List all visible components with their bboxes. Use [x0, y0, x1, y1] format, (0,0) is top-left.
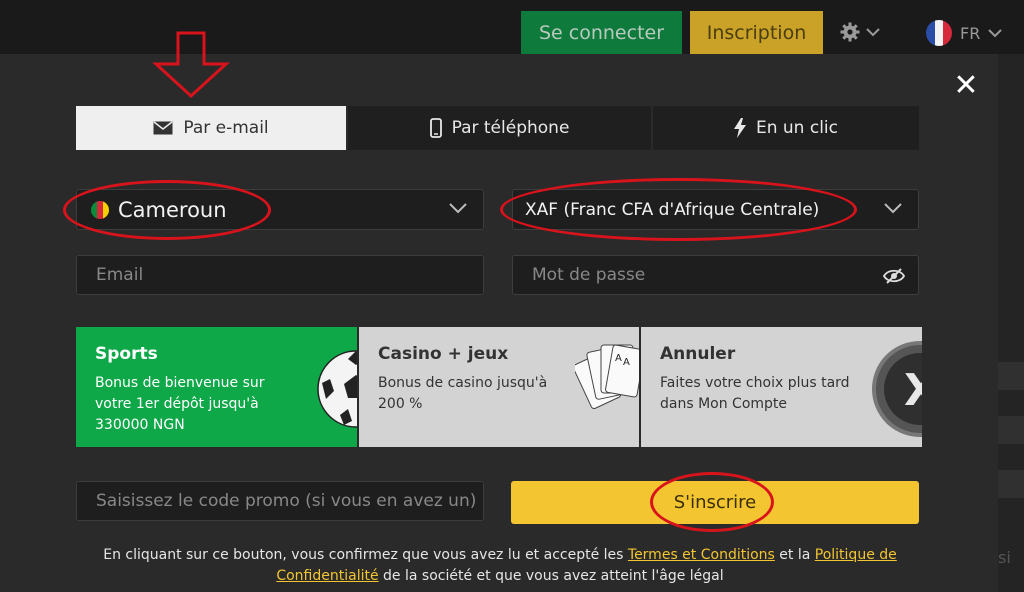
background-block [998, 362, 1024, 390]
arrow-annotation [152, 31, 230, 99]
country-select[interactable]: Cameroun [76, 189, 484, 230]
tab-label: Par téléphone [451, 118, 570, 138]
bonus-description: Bonus de casino jusqu'à 200 % [378, 375, 548, 412]
bonus-description: Faites votre choix plus tard dans Mon Co… [660, 375, 850, 412]
chevron-down-icon [866, 28, 880, 37]
bonus-title: Annuler [660, 344, 736, 364]
bonus-description: Bonus de bienvenue sur votre 1er dépôt j… [95, 375, 265, 433]
tab-one-click[interactable]: En un clic [653, 106, 919, 150]
tab-phone[interactable]: Par téléphone [348, 106, 653, 150]
background-block [998, 416, 1024, 444]
language-selector[interactable]: FR [926, 20, 1003, 46]
password-field[interactable]: Mot de passe [512, 255, 919, 295]
language-code: FR [960, 23, 981, 43]
phone-icon [429, 118, 442, 138]
currency-select[interactable]: XAF (Franc CFA d'Afrique Centrale) [512, 189, 919, 230]
tab-label: En un clic [755, 118, 838, 138]
email-placeholder: Email [96, 265, 144, 285]
lightning-icon [733, 118, 746, 138]
register-button[interactable]: Inscription [690, 11, 823, 54]
chevron-down-icon [988, 29, 1003, 38]
password-placeholder: Mot de passe [532, 265, 646, 285]
promo-code-field[interactable]: Saisissez le code promo (si vous en avez… [76, 481, 484, 521]
legal-text: de la société et que vous avez atteint l… [378, 568, 724, 584]
register-submit-button[interactable]: S'inscrire [511, 481, 919, 524]
envelope-icon [153, 121, 173, 135]
cancel-x-icon: X [872, 341, 922, 437]
svg-text:X: X [904, 365, 922, 416]
background-block [998, 470, 1024, 498]
eye-slash-icon[interactable] [883, 267, 905, 285]
legal-text: et la [774, 547, 815, 563]
registration-method-tabs: Par e-mail Par téléphone En un clic [76, 106, 919, 150]
background-text: si [998, 548, 1011, 567]
login-button[interactable]: Se connecter [521, 11, 682, 54]
bonus-card-casino[interactable]: Casino + jeux Bonus de casino jusqu'à 20… [359, 327, 639, 447]
country-value: Cameroun [118, 197, 227, 222]
france-flag-icon [926, 20, 952, 46]
email-field[interactable]: Email [76, 255, 484, 295]
soccer-ball-icon [317, 350, 357, 428]
gear-icon [840, 22, 860, 42]
promo-placeholder: Saisissez le code promo (si vous en avez… [96, 491, 477, 511]
terms-link[interactable]: Termes et Conditions [628, 547, 775, 563]
chevron-down-icon [884, 203, 902, 214]
bonus-title: Sports [95, 344, 158, 364]
bonus-card-sports[interactable]: Sports Bonus de bienvenue sur votre 1er … [76, 327, 357, 447]
tab-email[interactable]: Par e-mail [76, 106, 348, 150]
chevron-down-icon [449, 203, 467, 214]
bonus-title: Casino + jeux [378, 344, 509, 364]
legal-text: En cliquant sur ce bouton, vous confirme… [103, 547, 628, 563]
tab-label: Par e-mail [183, 118, 269, 138]
cameroon-flag-icon [91, 200, 109, 219]
svg-text:A: A [623, 357, 630, 368]
close-icon[interactable]: ✕ [952, 71, 980, 101]
bonus-card-cancel[interactable]: Annuler Faites votre choix plus tard dan… [641, 327, 922, 447]
svg-text:A: A [615, 353, 622, 364]
background-page [998, 54, 1024, 592]
playing-cards-icon: A A [575, 344, 639, 410]
legal-notice: En cliquant sur ce bouton, vous confirme… [100, 545, 900, 587]
currency-value: XAF (Franc CFA d'Afrique Centrale) [525, 199, 820, 220]
settings-menu[interactable] [840, 22, 880, 42]
